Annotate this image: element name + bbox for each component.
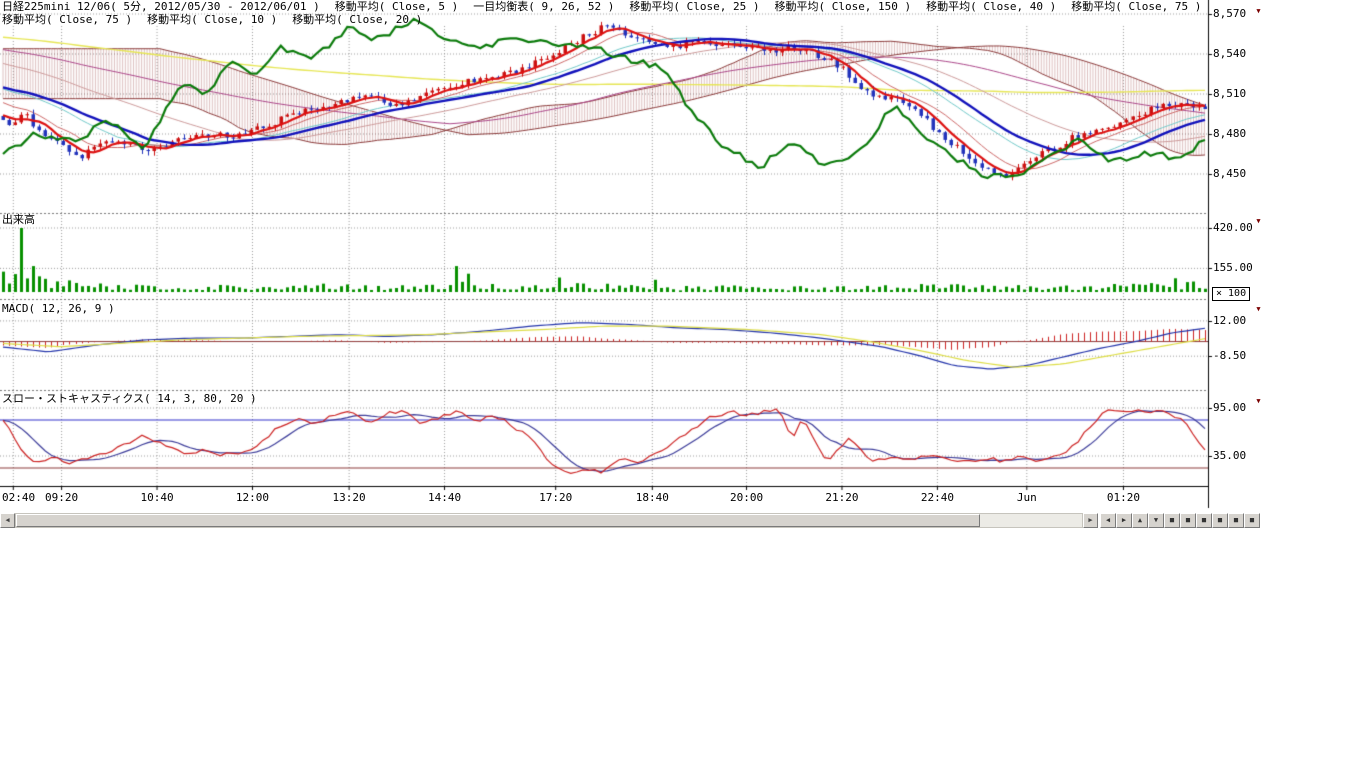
macd-axis-label: -8.50: [1213, 349, 1259, 362]
indicator-label[interactable]: 一目均衡表( 9, 26, 52 ): [473, 1, 614, 13]
panel-axis-scale-button-stoch[interactable]: ▼: [1253, 396, 1264, 406]
indicator-header-row2: 移動平均( Close, 75 ) 移動平均( Close, 10 ) 移動平均( …: [2, 14, 422, 26]
time-axis-label: 13:20: [333, 492, 366, 504]
indicator-header-row1: 日経225mini 12/06( 5分, 2012/05/30 - 2012/0…: [2, 1, 1201, 13]
volume-multiplier-badge: × 100: [1212, 287, 1250, 301]
stoch-panel-label[interactable]: スロー・ストキャスティクス( 14, 3, 80, 20 ): [2, 393, 257, 405]
toolbar-mini-button-3[interactable]: ▲: [1132, 513, 1148, 528]
chart-application: 日経225mini 12/06( 5分, 2012/05/30 - 2012/0…: [0, 0, 1366, 768]
indicator-label[interactable]: 移動平均( Close, 20 ): [292, 14, 422, 26]
volume-axis-label: 155.00: [1213, 261, 1259, 274]
toolbar-mini-button-1[interactable]: ◀: [1100, 513, 1116, 528]
toolbar-mini-button-10[interactable]: ■: [1244, 513, 1260, 528]
time-axis-label: 18:40: [636, 492, 669, 504]
stoch-axis-label: 35.00: [1213, 449, 1259, 462]
indicator-label[interactable]: 日経225mini 12/06( 5分, 2012/05/30 - 2012/0…: [2, 1, 320, 13]
indicator-label[interactable]: 移動平均( Close, 75 ): [1071, 1, 1201, 13]
time-axis-label: 14:40: [428, 492, 461, 504]
toolbar-mini-button-8[interactable]: ■: [1212, 513, 1228, 528]
time-axis-label: 21:20: [825, 492, 858, 504]
macd-axis-label: 12.00: [1213, 314, 1259, 327]
toolbar-mini-button-7[interactable]: ■: [1196, 513, 1212, 528]
toolbar-mini-button-5[interactable]: ■: [1164, 513, 1180, 528]
indicator-label[interactable]: 移動平均( Close, 5 ): [335, 1, 458, 13]
scroll-left-button[interactable]: ◀: [0, 513, 15, 528]
time-axis-label: 02:40: [2, 492, 35, 504]
price-axis-label: 8,540: [1213, 47, 1259, 60]
time-axis-label: 01:20: [1107, 492, 1140, 504]
scroll-right-button[interactable]: ▶: [1083, 513, 1098, 528]
toolbar-mini-button-4[interactable]: ▼: [1148, 513, 1164, 528]
panel-axis-scale-button-macd[interactable]: ▼: [1253, 304, 1264, 314]
mini-toolbar: ◀▶▲▼■■■■■■: [1100, 513, 1260, 528]
price-axis-label: 8,450: [1213, 167, 1259, 180]
toolbar-mini-button-2[interactable]: ▶: [1116, 513, 1132, 528]
toolbar-mini-button-9[interactable]: ■: [1228, 513, 1244, 528]
panel-axis-scale-button-volume[interactable]: ▼: [1253, 216, 1264, 226]
indicator-label[interactable]: 移動平均( Close, 40 ): [926, 1, 1056, 13]
time-axis-label: 22:40: [921, 492, 954, 504]
indicator-label[interactable]: 移動平均( Close, 25 ): [629, 1, 759, 13]
indicator-label[interactable]: 移動平均( Close, 75 ): [2, 14, 132, 26]
horizontal-scrollbar[interactable]: ◀ ▶: [0, 513, 1098, 528]
time-axis-label: Jun: [1017, 492, 1037, 504]
scrollbar-track[interactable]: [15, 513, 1083, 528]
panel-axis-scale-button-price[interactable]: ▼: [1253, 6, 1264, 16]
scrollbar-thumb[interactable]: [16, 514, 980, 527]
time-axis-label: 20:00: [730, 492, 763, 504]
chart-canvas[interactable]: [0, 0, 1270, 512]
price-axis-label: 8,510: [1213, 87, 1259, 100]
time-axis-label: 12:00: [236, 492, 269, 504]
time-axis-label: 10:40: [140, 492, 173, 504]
price-axis-label: 8,480: [1213, 127, 1259, 140]
macd-panel-label[interactable]: MACD( 12, 26, 9 ): [2, 303, 115, 315]
volume-panel-label[interactable]: 出来高: [2, 214, 35, 226]
time-axis-label: 09:20: [45, 492, 78, 504]
toolbar-mini-button-6[interactable]: ■: [1180, 513, 1196, 528]
indicator-label[interactable]: 移動平均( Close, 10 ): [147, 14, 277, 26]
time-axis-label: 17:20: [539, 492, 572, 504]
indicator-label[interactable]: 移動平均( Close, 150 ): [774, 1, 911, 13]
